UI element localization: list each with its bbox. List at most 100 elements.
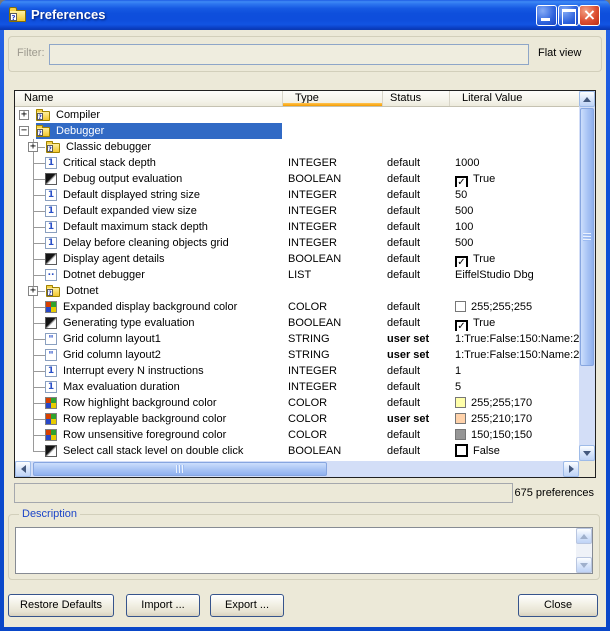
literal-cell: ✓True [450,251,579,267]
minimize-button[interactable] [536,5,557,26]
type-cell: COLOR [283,411,383,427]
name-cell: 1Delay before cleaning objects grid [15,235,283,251]
color-swatch[interactable] [455,397,466,408]
scroll-up-icon[interactable] [579,91,595,107]
literal-cell: 500 [450,203,579,219]
scroll-right-icon[interactable] [563,461,579,477]
color-swatch[interactable] [455,301,466,312]
type-cell: BOOLEAN [283,443,383,459]
name-cell: "Grid column layout1 [15,331,283,347]
close-button[interactable]: Close [518,594,598,617]
pref-row[interactable]: Debug output evaluationBOOLEANdefault✓Tr… [15,171,579,187]
status-cell: default [383,299,450,315]
pref-name: Interrupt every N instructions [63,363,204,379]
pref-row[interactable]: 1Max evaluation durationINTEGERdefault5 [15,379,579,395]
folder-name: Debugger [56,123,104,139]
literal-text: True [473,317,495,329]
pref-row[interactable]: Display agent detailsBOOLEANdefault✓True [15,251,579,267]
question-badge-icon: ? [47,145,53,152]
pref-row[interactable]: 1Default displayed string sizeINTEGERdef… [15,187,579,203]
folder-row[interactable]: +?Dotnet [15,283,579,299]
window-title: Preferences [31,0,105,29]
tree-expander-icon[interactable]: + [28,286,38,296]
column-header-name[interactable]: Name [15,91,283,106]
pref-row[interactable]: ..Dotnet debuggerLISTdefaultEiffelStudio… [15,267,579,283]
type-cell: INTEGER [283,363,383,379]
sort-indicator [283,103,382,106]
import-button[interactable]: Import ... [126,594,200,617]
integer-icon: 1 [45,381,57,393]
horizontal-scroll-thumb[interactable] [33,462,327,476]
tree-expander-icon[interactable]: + [28,142,38,152]
pref-row[interactable]: Row replayable background colorCOLORuser… [15,411,579,427]
pref-row[interactable]: Row highlight background colorCOLORdefau… [15,395,579,411]
folder-row[interactable]: +?Compiler [15,107,579,123]
status-cell: default [383,171,450,187]
literal-text: 1:True:False:150:Name:2: [455,349,579,361]
vertical-scroll-thumb[interactable] [580,108,594,366]
color-swatch[interactable] [455,413,466,424]
integer-icon: 1 [45,205,57,217]
column-header-status[interactable]: Status [383,91,450,106]
name-cell: 1Interrupt every N instructions [15,363,283,379]
pref-row[interactable]: Generating type evaluationBOOLEANdefault… [15,315,579,331]
scrollbar-corner [579,461,595,477]
checkbox-icon[interactable]: ✓ [455,320,468,331]
integer-icon: 1 [45,221,57,233]
tree-expander-icon[interactable]: + [19,110,29,120]
literal-text: 1000 [455,157,479,169]
status-cell: default [383,443,450,459]
boolean-icon [45,173,57,185]
scroll-up-icon[interactable] [576,528,592,544]
scroll-down-icon[interactable] [576,557,592,573]
string-icon: " [45,349,57,361]
string-icon: " [45,333,57,345]
pref-row[interactable]: 1Default expanded view sizeINTEGERdefaul… [15,203,579,219]
literal-text: 50 [455,189,467,201]
folder-row[interactable]: −?Debugger [15,123,579,139]
pref-row[interactable]: Row unsensitive foreground colorCOLORdef… [15,427,579,443]
pref-row[interactable]: Select call stack level on double clickB… [15,443,579,459]
type-cell: COLOR [283,427,383,443]
pref-row[interactable]: "Grid column layout2STRINGuser set1:True… [15,347,579,363]
close-button[interactable] [579,5,600,26]
checkbox-icon[interactable] [455,444,468,457]
pref-row[interactable]: "Grid column layout1STRINGuser set1:True… [15,331,579,347]
pref-row[interactable]: Expanded display background colorCOLORde… [15,299,579,315]
column-header-type[interactable]: Type [283,91,383,106]
filter-input[interactable] [49,44,529,65]
tree-connector [33,451,45,452]
type-cell: INTEGER [283,235,383,251]
column-header-literal[interactable]: Literal Value [450,91,579,106]
checkbox-icon[interactable]: ✓ [455,256,468,267]
scroll-down-icon[interactable] [579,445,595,461]
description-textarea[interactable] [15,527,593,574]
color-swatch[interactable] [455,429,466,440]
flat-view-button[interactable]: Flat view [538,47,581,59]
pref-name: Critical stack depth [63,155,156,171]
export-button[interactable]: Export ... [210,594,284,617]
preferences-count: 675 preferences [515,483,595,503]
tree-connector [33,387,45,388]
folder-row[interactable]: +?Classic debugger [15,139,579,155]
name-cell: Select call stack level on double click [15,443,283,459]
maximize-button[interactable] [558,5,579,26]
description-scrollbar[interactable] [576,528,592,573]
status-cell: user set [383,331,450,347]
restore-button[interactable]: Restore Defaults [8,594,114,617]
horizontal-scrollbar[interactable] [15,461,579,477]
pref-row[interactable]: 1Interrupt every N instructionsINTEGERde… [15,363,579,379]
tree-expander-icon[interactable]: − [19,126,29,136]
pref-row[interactable]: 1Critical stack depthINTEGERdefault1000 [15,155,579,171]
scroll-left-icon[interactable] [15,461,31,477]
pref-row[interactable]: 1Default maximum stack depthINTEGERdefau… [15,219,579,235]
literal-text: True [473,173,495,185]
name-cell: −?Debugger [15,123,283,139]
status-cell: default [383,427,450,443]
vertical-scrollbar[interactable] [579,91,595,461]
titlebar[interactable]: ? Preferences [0,0,610,30]
literal-cell: 150;150;150 [450,427,579,443]
checkbox-icon[interactable]: ✓ [455,176,468,187]
question-badge-icon: ? [37,113,43,120]
pref-row[interactable]: 1Delay before cleaning objects gridINTEG… [15,235,579,251]
